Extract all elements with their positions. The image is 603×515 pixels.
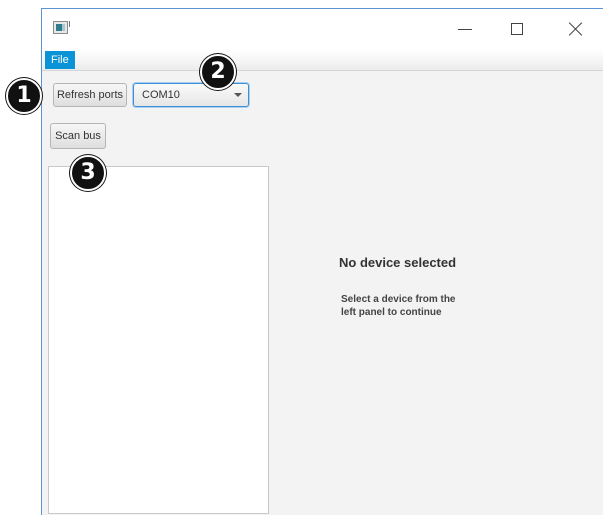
app-window: File Refresh ports COM10 Scan bus [41, 8, 603, 515]
maximize-icon [511, 23, 523, 35]
menu-file[interactable]: File [45, 51, 75, 69]
port-select[interactable]: COM10 [133, 83, 249, 107]
minimize-icon [458, 28, 472, 30]
menu-bar: File [42, 49, 603, 71]
chevron-down-icon [234, 93, 242, 97]
no-device-hint-line-1: Select a device from the [341, 294, 456, 305]
port-select-value: COM10 [142, 89, 180, 101]
device-list-panel[interactable] [48, 166, 269, 514]
no-device-hint-line-2: left panel to continue [341, 307, 442, 318]
screenshot-stage: File Refresh ports COM10 Scan bus No dev… [0, 0, 603, 515]
title-bar[interactable] [42, 9, 603, 49]
refresh-ports-button[interactable]: Refresh ports [53, 83, 127, 107]
no-device-hint: Select a device from the left panel to c… [341, 293, 481, 319]
maximize-button[interactable] [494, 9, 540, 49]
app-icon [53, 21, 70, 34]
app-icon-light [62, 24, 65, 31]
no-device-title: No device selected [339, 255, 457, 270]
callout-marker-3: 3 [70, 155, 106, 191]
minimize-button[interactable] [442, 9, 488, 49]
scan-bus-button[interactable]: Scan bus [50, 123, 106, 149]
app-icon-mark [69, 21, 70, 27]
close-button[interactable] [553, 9, 599, 49]
close-icon [569, 22, 583, 36]
callout-marker-2: 2 [200, 54, 236, 90]
callout-marker-1: 1 [6, 78, 42, 114]
